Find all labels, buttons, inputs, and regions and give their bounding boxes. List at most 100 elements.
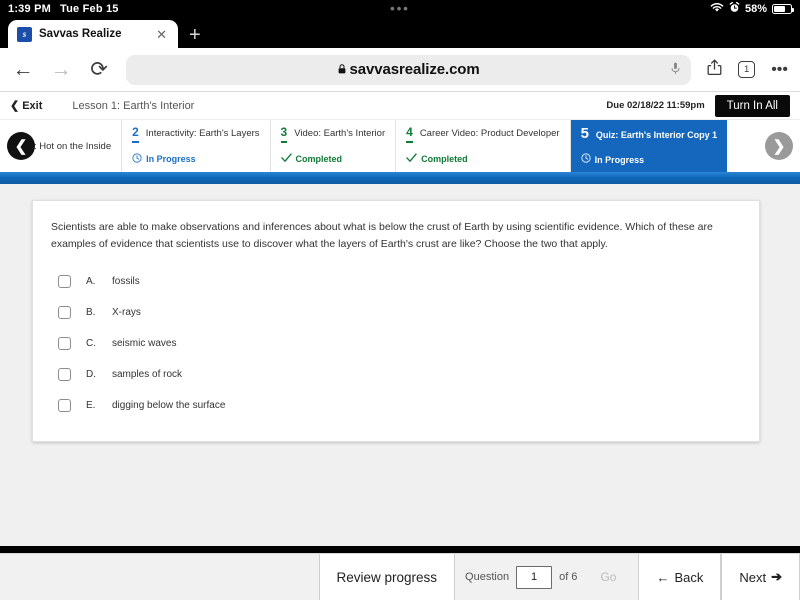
question-number-input[interactable] <box>516 565 553 589</box>
step-top: 2 Interactivity: Earth's Layers <box>132 126 260 143</box>
reload-icon[interactable]: ⟳ <box>88 59 110 80</box>
savvas-favicon-icon: s <box>17 26 32 42</box>
answer-choice-e[interactable]: E. digging below the surface <box>51 390 739 421</box>
lock-icon <box>338 63 346 76</box>
lesson-steps-strip: ❮ : Hot on the Inside 2 Interactivity: E… <box>0 120 800 172</box>
choice-letter: D. <box>86 368 96 380</box>
clock-icon <box>580 153 591 166</box>
step-status-label: In Progress <box>146 154 196 165</box>
answer-choice-c[interactable]: C. seismic waves <box>51 328 739 359</box>
browser-tab[interactable]: s Savvas Realize ✕ <box>8 20 178 48</box>
exit-label: Exit <box>22 99 43 112</box>
due-date: Due 02/18/22 11:59pm <box>606 100 705 111</box>
checkbox-icon[interactable] <box>58 274 71 288</box>
review-progress-button[interactable]: Review progress <box>318 554 456 600</box>
checkbox-icon[interactable] <box>58 398 71 412</box>
lesson-steps: : Hot on the Inside 2 Interactivity: Ear… <box>0 120 800 172</box>
clock-icon <box>132 153 142 166</box>
lesson-progress-bar <box>0 172 800 184</box>
step-label: Interactivity: Earth's Layers <box>145 128 260 140</box>
lesson-title: Lesson 1: Earth's Interior <box>72 99 195 112</box>
question-navigator: Question of 6 Go <box>455 554 639 600</box>
share-icon[interactable] <box>707 59 722 80</box>
back-label: Back <box>674 569 704 585</box>
checkbox-icon[interactable] <box>58 305 71 319</box>
step-number: 4 <box>406 126 413 143</box>
steps-next-button[interactable]: ❯ <box>765 132 793 160</box>
lesson-step-3[interactable]: 3 Video: Earth's Interior Completed <box>269 120 396 172</box>
checkbox-icon[interactable] <box>58 336 71 350</box>
alarm-icon <box>729 1 740 16</box>
device-screen: 1:39 PM Tue Feb 15 ••• 58% s Savvas Real… <box>0 0 800 600</box>
step-status: Completed <box>406 153 559 166</box>
battery-percent: 58% <box>744 3 767 15</box>
next-label: Next <box>739 569 767 585</box>
step-status: In Progress <box>132 153 259 166</box>
browser-tab-strip: s Savvas Realize ✕ + <box>0 18 800 48</box>
battery-icon <box>772 4 794 14</box>
step-label: : Hot on the Inside <box>34 140 112 152</box>
check-icon <box>406 153 417 166</box>
url-text: savvasrealize.com <box>349 61 480 78</box>
go-button: Go <box>584 570 633 584</box>
tab-count-button[interactable]: 1 <box>738 61 756 78</box>
step-number: 2 <box>132 126 139 143</box>
step-status-label: Completed <box>421 154 468 165</box>
step-status-label: In Progress <box>594 154 645 165</box>
choice-label: X-rays <box>112 306 141 318</box>
check-icon <box>280 153 292 166</box>
exit-button[interactable]: ❮ Exit <box>10 99 43 113</box>
choice-letter: C. <box>86 337 96 349</box>
back-button[interactable]: ← Back <box>638 554 722 600</box>
step-number: 3 <box>280 126 288 143</box>
arrow-left-icon: ← <box>656 569 670 585</box>
wifi-icon <box>710 2 724 16</box>
browser-tab-title: Savvas Realize <box>39 28 122 40</box>
step-label: Video: Earth's Interior <box>294 128 386 140</box>
answer-choice-d[interactable]: D. samples of rock <box>51 359 739 390</box>
lesson-step-5-active[interactable]: 5 Quiz: Earth's Interior Copy 1 In Progr… <box>569 120 728 172</box>
lesson-step-2[interactable]: 2 Interactivity: Earth's Layers In Progr… <box>121 120 269 172</box>
choice-letter: A. <box>86 275 96 287</box>
status-bar-dots-icon: ••• <box>390 1 410 16</box>
question-card: Scientists are able to make observations… <box>32 200 760 442</box>
lesson-step-4[interactable]: 4 Career Video: Product Developer Comple… <box>395 120 569 172</box>
choice-label: samples of rock <box>112 368 183 380</box>
choice-label: seismic waves <box>112 337 177 349</box>
step-status-label: Completed <box>295 154 343 165</box>
choice-label: digging below the surface <box>112 399 226 411</box>
choice-letter: E. <box>86 399 96 411</box>
answer-choices: A. fossils B. X-rays C. seismic waves D. <box>51 266 739 421</box>
answer-choice-a[interactable]: A. fossils <box>51 266 739 297</box>
step-top: 4 Career Video: Product Developer <box>406 126 560 143</box>
turn-in-all-button[interactable]: Turn In All <box>714 94 790 117</box>
step-label: Career Video: Product Developer <box>419 128 560 140</box>
new-tab-button[interactable]: + <box>189 25 201 48</box>
forward-icon: → <box>50 58 72 81</box>
more-options-icon[interactable]: ••• <box>771 61 788 78</box>
answer-choice-b[interactable]: B. X-rays <box>51 297 739 328</box>
ios-status-bar: 1:39 PM Tue Feb 15 ••• 58% <box>0 0 800 18</box>
mic-icon[interactable] <box>671 62 680 78</box>
back-icon[interactable]: ← <box>12 59 34 80</box>
step-top: : Hot on the Inside <box>34 141 111 152</box>
checkbox-icon[interactable] <box>58 367 71 381</box>
step-label: Quiz: Earth's Interior Copy 1 <box>595 129 718 140</box>
quiz-content-area: Scientists are able to make observations… <box>0 184 800 546</box>
question-label: Question <box>465 571 510 583</box>
close-tab-icon[interactable]: ✕ <box>153 28 170 41</box>
lesson-header: ❮ Exit Lesson 1: Earth's Interior Due 02… <box>0 92 800 120</box>
step-top: 3 Video: Earth's Interior <box>280 126 386 143</box>
of-total-label: of 6 <box>559 571 578 583</box>
choice-label: fossils <box>112 275 140 287</box>
browser-toolbar: ← → ⟳ savvasrealize.com 1 ••• <box>0 48 800 92</box>
choice-letter: B. <box>86 306 96 318</box>
step-number: 5 <box>580 124 589 142</box>
next-button[interactable]: Next ➔ <box>721 554 800 600</box>
chevron-left-icon: ❮ <box>10 100 20 112</box>
quiz-bottom-bar: Review progress Question of 6 Go ← Back … <box>0 553 800 600</box>
status-bar-right: 58% <box>710 1 794 16</box>
step-status: Completed <box>280 153 386 166</box>
address-bar[interactable]: savvasrealize.com <box>126 54 692 85</box>
steps-prev-button[interactable]: ❮ <box>7 132 35 160</box>
